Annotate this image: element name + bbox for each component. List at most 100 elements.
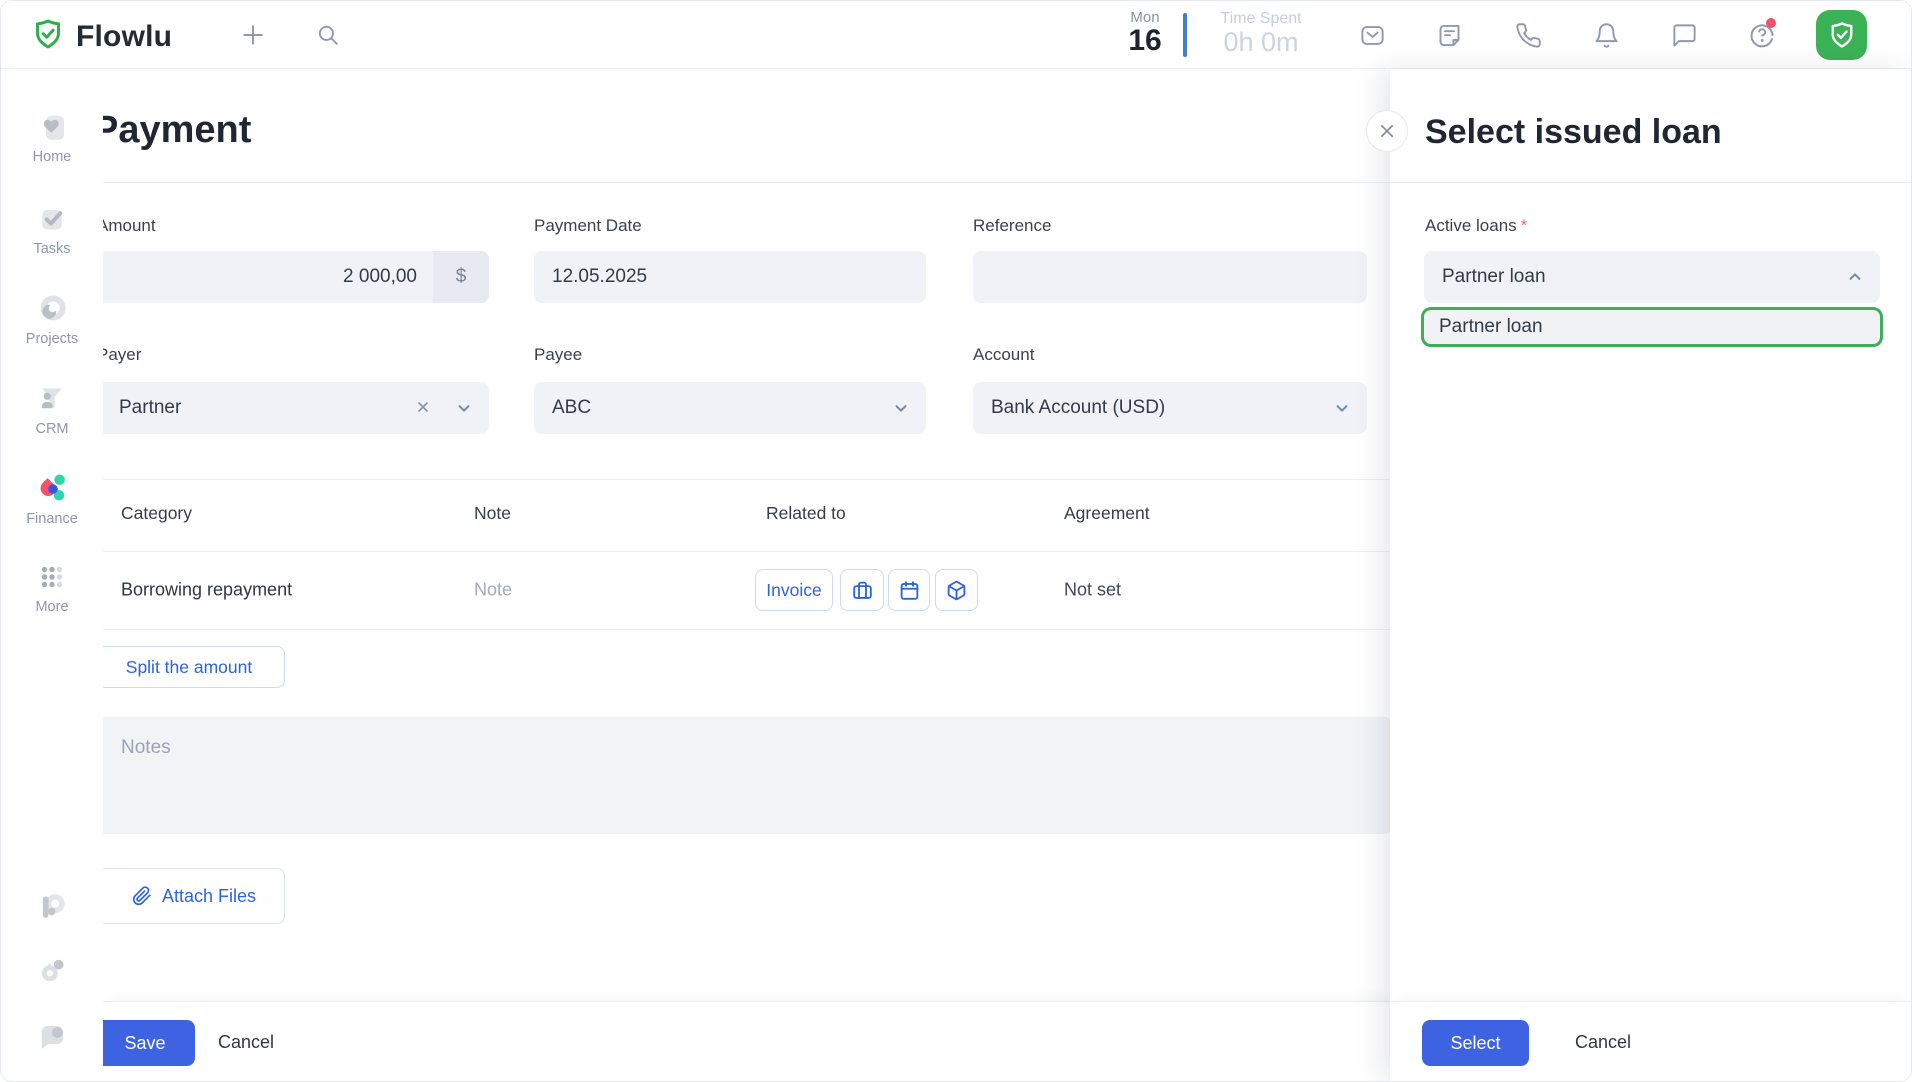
category-cell[interactable]: Borrowing repayment [121, 580, 292, 601]
reference-input[interactable] [973, 251, 1367, 303]
time-spent-label: Time Spent [1220, 10, 1302, 27]
loan-panel-footer: Select Cancel [1390, 1001, 1911, 1081]
phone-icon[interactable] [1508, 1, 1548, 69]
sidebar-item-tasks[interactable]: Tasks [1, 201, 103, 257]
reference-label: Reference [973, 216, 1052, 235]
add-button[interactable] [233, 1, 273, 69]
calendar-date-widget[interactable]: Mon 16 [1119, 1, 1171, 69]
panel-title: Select issued loan [1425, 113, 1722, 151]
currency-selector[interactable]: $ [433, 251, 489, 303]
column-header-related: Related to [766, 503, 846, 523]
loan-option-partner-loan[interactable]: Partner loan [1421, 307, 1883, 347]
payer-value: Partner [119, 397, 182, 418]
active-loans-value: Partner loan [1442, 266, 1546, 287]
amount-label: Amount [103, 216, 156, 235]
more-grid-icon [1, 559, 103, 595]
account-label: Account [973, 345, 1035, 364]
column-header-category: Category [121, 503, 193, 523]
paperclip-icon [132, 886, 152, 906]
payee-value: ABC [552, 397, 592, 418]
settings-icon[interactable] [1, 952, 103, 990]
sidebar-item-label: Home [32, 149, 72, 165]
sidebar-item-label: CRM [35, 421, 69, 437]
notes-placeholder: Notes [121, 737, 171, 758]
company-building-icon [103, 398, 105, 423]
sidebar-item-label: More [35, 599, 69, 615]
panel-header-divider [1390, 182, 1911, 183]
bell-icon[interactable] [1586, 1, 1626, 69]
sidebar-item-home[interactable]: Home [1, 109, 103, 165]
sidebar-item-more[interactable]: More [1, 559, 103, 615]
sidebar-item-finance[interactable]: Finance [1, 469, 103, 527]
date-divider [1183, 13, 1187, 57]
payment-date-value: 12.05.2025 [552, 266, 648, 287]
chevron-down-icon[interactable] [892, 399, 910, 422]
account-value: Bank Account (USD) [991, 397, 1166, 418]
time-spent-widget[interactable]: Time Spent 0h 0m [1206, 1, 1316, 57]
main-sidebar: Home Tasks Projects CRM Finance More [1, 69, 103, 1081]
help-alert-dot [1766, 18, 1776, 28]
help-icon[interactable] [1742, 1, 1782, 69]
clear-payer-icon[interactable] [415, 399, 431, 420]
projects-icon [1, 291, 103, 327]
feedback-icon[interactable] [1, 1018, 103, 1056]
app-window: Flowlu Mon 16 Time Spent 0h 0m Home Task… [0, 0, 1912, 1082]
column-header-agreement: Agreement [1064, 503, 1150, 523]
close-icon[interactable] [1366, 110, 1408, 152]
split-amount-button[interactable]: Split the amount [103, 646, 285, 688]
calendar-icon[interactable] [888, 569, 930, 611]
partner-program-icon[interactable] [1, 887, 103, 925]
sidebar-item-label: Projects [25, 331, 79, 347]
agreement-cell[interactable]: Not set [1064, 580, 1121, 601]
payee-label: Payee [534, 345, 583, 364]
date-number: 16 [1128, 24, 1162, 57]
search-icon[interactable] [308, 1, 348, 69]
loan-cancel-button[interactable]: Cancel [1575, 1032, 1631, 1053]
sidebar-item-crm[interactable]: CRM [1, 381, 103, 437]
chevron-up-icon[interactable] [1846, 268, 1864, 291]
attach-files-label: Attach Files [162, 885, 257, 906]
payment-date-label: Payment Date [534, 216, 642, 235]
box-icon[interactable] [935, 569, 978, 611]
note-cell[interactable]: Note [474, 580, 512, 601]
loan-option-label: Partner loan [1439, 316, 1543, 337]
note-icon[interactable] [1429, 1, 1469, 69]
cancel-button[interactable]: Cancel [218, 1032, 274, 1053]
notes-textarea[interactable]: Notes [103, 717, 1393, 834]
payer-select[interactable]: Partner [103, 382, 489, 434]
user-avatar[interactable] [1816, 10, 1867, 60]
page-title: Payment [103, 109, 252, 151]
flowlu-logo[interactable]: Flowlu [31, 17, 172, 56]
flowlu-shield-icon [31, 17, 65, 56]
briefcase-icon[interactable] [840, 569, 884, 611]
sidebar-item-projects[interactable]: Projects [1, 291, 103, 347]
active-loans-label: Active loans * [1425, 216, 1528, 235]
amount-value: 2 000,00 [343, 266, 417, 287]
home-icon [1, 109, 103, 145]
required-asterisk: * [1520, 216, 1528, 235]
active-loans-select[interactable]: Partner loan [1424, 251, 1880, 303]
crm-icon [1, 381, 103, 417]
chevron-down-icon[interactable] [1333, 399, 1351, 422]
save-button[interactable]: Save [103, 1020, 195, 1066]
time-spent-value: 0h 0m [1223, 27, 1299, 57]
chevron-down-icon[interactable] [455, 399, 473, 422]
invoice-button[interactable]: Invoice [755, 569, 833, 611]
mail-icon[interactable] [1352, 1, 1392, 69]
attach-files-button[interactable]: Attach Files [103, 868, 285, 924]
brand-name: Flowlu [76, 19, 173, 53]
column-header-note: Note [474, 503, 511, 523]
amount-input[interactable]: 2 000,00 $ [103, 251, 489, 303]
payer-label: Payer [103, 345, 142, 364]
sidebar-item-label: Finance [26, 511, 78, 527]
tasks-icon [1, 201, 103, 237]
top-bar: Flowlu Mon 16 Time Spent 0h 0m [1, 1, 1911, 69]
sidebar-item-label: Tasks [33, 241, 71, 257]
chat-icon[interactable] [1664, 1, 1704, 69]
payment-date-input[interactable]: 12.05.2025 [534, 251, 926, 303]
select-button[interactable]: Select [1422, 1020, 1529, 1066]
account-select[interactable]: Bank Account (USD) [973, 382, 1367, 434]
finance-icon [1, 469, 103, 507]
payee-select[interactable]: ABC [534, 382, 926, 434]
select-issued-loan-panel: Select issued loan Active loans * Partner… [1366, 69, 1911, 1081]
